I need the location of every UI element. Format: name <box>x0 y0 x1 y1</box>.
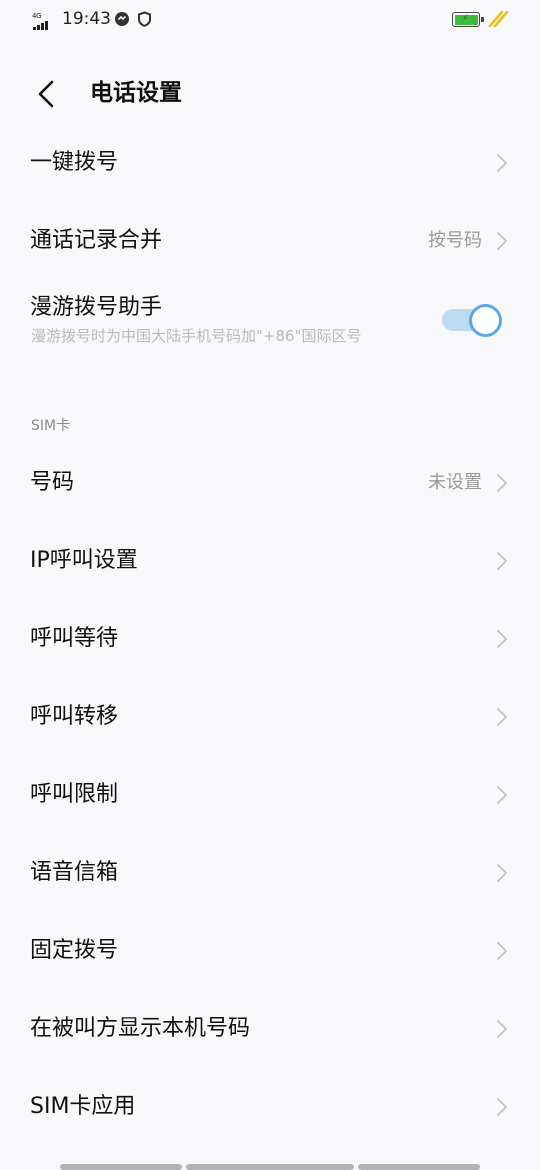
chevron-right-icon <box>497 1020 507 1038</box>
roaming-assistant-toggle[interactable] <box>442 304 504 337</box>
show-my-number-label: 在被叫方显示本机号码 <box>30 1016 251 1041</box>
back-button[interactable] <box>28 74 68 114</box>
call-forwarding-label: 呼叫转移 <box>30 704 119 729</box>
call-forwarding-row[interactable]: 呼叫转移 <box>0 684 540 750</box>
merge-call-log-value: 按号码 <box>428 230 482 251</box>
chevron-right-icon <box>497 474 507 492</box>
status-time: 19:43 <box>62 9 111 29</box>
nav-indicator <box>186 1164 354 1170</box>
chevron-right-icon <box>497 708 507 726</box>
nav-indicator <box>358 1164 480 1170</box>
app-header: 电话设置 <box>0 60 540 130</box>
show-my-number-row[interactable]: 在被叫方显示本机号码 <box>0 996 540 1062</box>
fixed-dialing-row[interactable]: 固定拨号 <box>0 918 540 984</box>
chevron-right-icon <box>497 942 507 960</box>
chevron-right-icon <box>497 630 507 648</box>
chevron-left-icon <box>38 80 54 108</box>
chevron-right-icon <box>497 786 507 804</box>
network-type: 4G <box>32 12 42 20</box>
nav-indicator <box>60 1164 182 1170</box>
phone-number-label: 号码 <box>30 470 75 495</box>
chevron-right-icon <box>497 864 507 882</box>
sim-section-title: SIM卡 <box>31 418 71 434</box>
merge-call-log-label: 通话记录合并 <box>30 228 163 253</box>
battery-icon: ⚡ <box>452 12 484 27</box>
chevron-right-icon <box>497 154 507 172</box>
voicemail-row[interactable]: 语音信箱 <box>0 840 540 906</box>
roaming-assistant-label: 漫游拨号助手 <box>30 295 163 320</box>
ip-call-settings-row[interactable]: IP呼叫设置 <box>0 528 540 594</box>
toggle-thumb <box>469 304 502 337</box>
voicemail-label: 语音信箱 <box>30 860 119 885</box>
roaming-assistant-description: 漫游拨号时为中国大陆手机号码加"+86"国际区号 <box>31 327 362 345</box>
chevron-right-icon <box>497 232 507 250</box>
page-title: 电话设置 <box>90 80 182 106</box>
phone-number-value: 未设置 <box>428 472 482 493</box>
sim-apps-label: SIM卡应用 <box>30 1094 136 1119</box>
sim-apps-row[interactable]: SIM卡应用 <box>0 1074 540 1140</box>
one-touch-dial-label: 一键拨号 <box>30 150 119 175</box>
phone-number-row[interactable]: 号码 未设置 <box>0 450 540 516</box>
call-barring-row[interactable]: 呼叫限制 <box>0 762 540 828</box>
signal-icon: 4G <box>32 12 56 30</box>
merge-call-log-row[interactable]: 通话记录合并 按号码 <box>0 208 540 274</box>
ip-call-settings-label: IP呼叫设置 <box>30 548 138 573</box>
call-waiting-label: 呼叫等待 <box>30 626 119 651</box>
one-touch-dial-row[interactable]: 一键拨号 <box>0 130 540 196</box>
charging-icon <box>488 10 509 28</box>
fixed-dialing-label: 固定拨号 <box>30 938 119 963</box>
call-waiting-row[interactable]: 呼叫等待 <box>0 606 540 672</box>
chevron-right-icon <box>497 552 507 570</box>
notification-app-icon <box>115 12 129 26</box>
status-bar: 4G 19:43 ⚡ <box>0 0 540 40</box>
shield-icon <box>138 11 151 27</box>
call-barring-label: 呼叫限制 <box>30 782 119 807</box>
chevron-right-icon <box>497 1098 507 1116</box>
